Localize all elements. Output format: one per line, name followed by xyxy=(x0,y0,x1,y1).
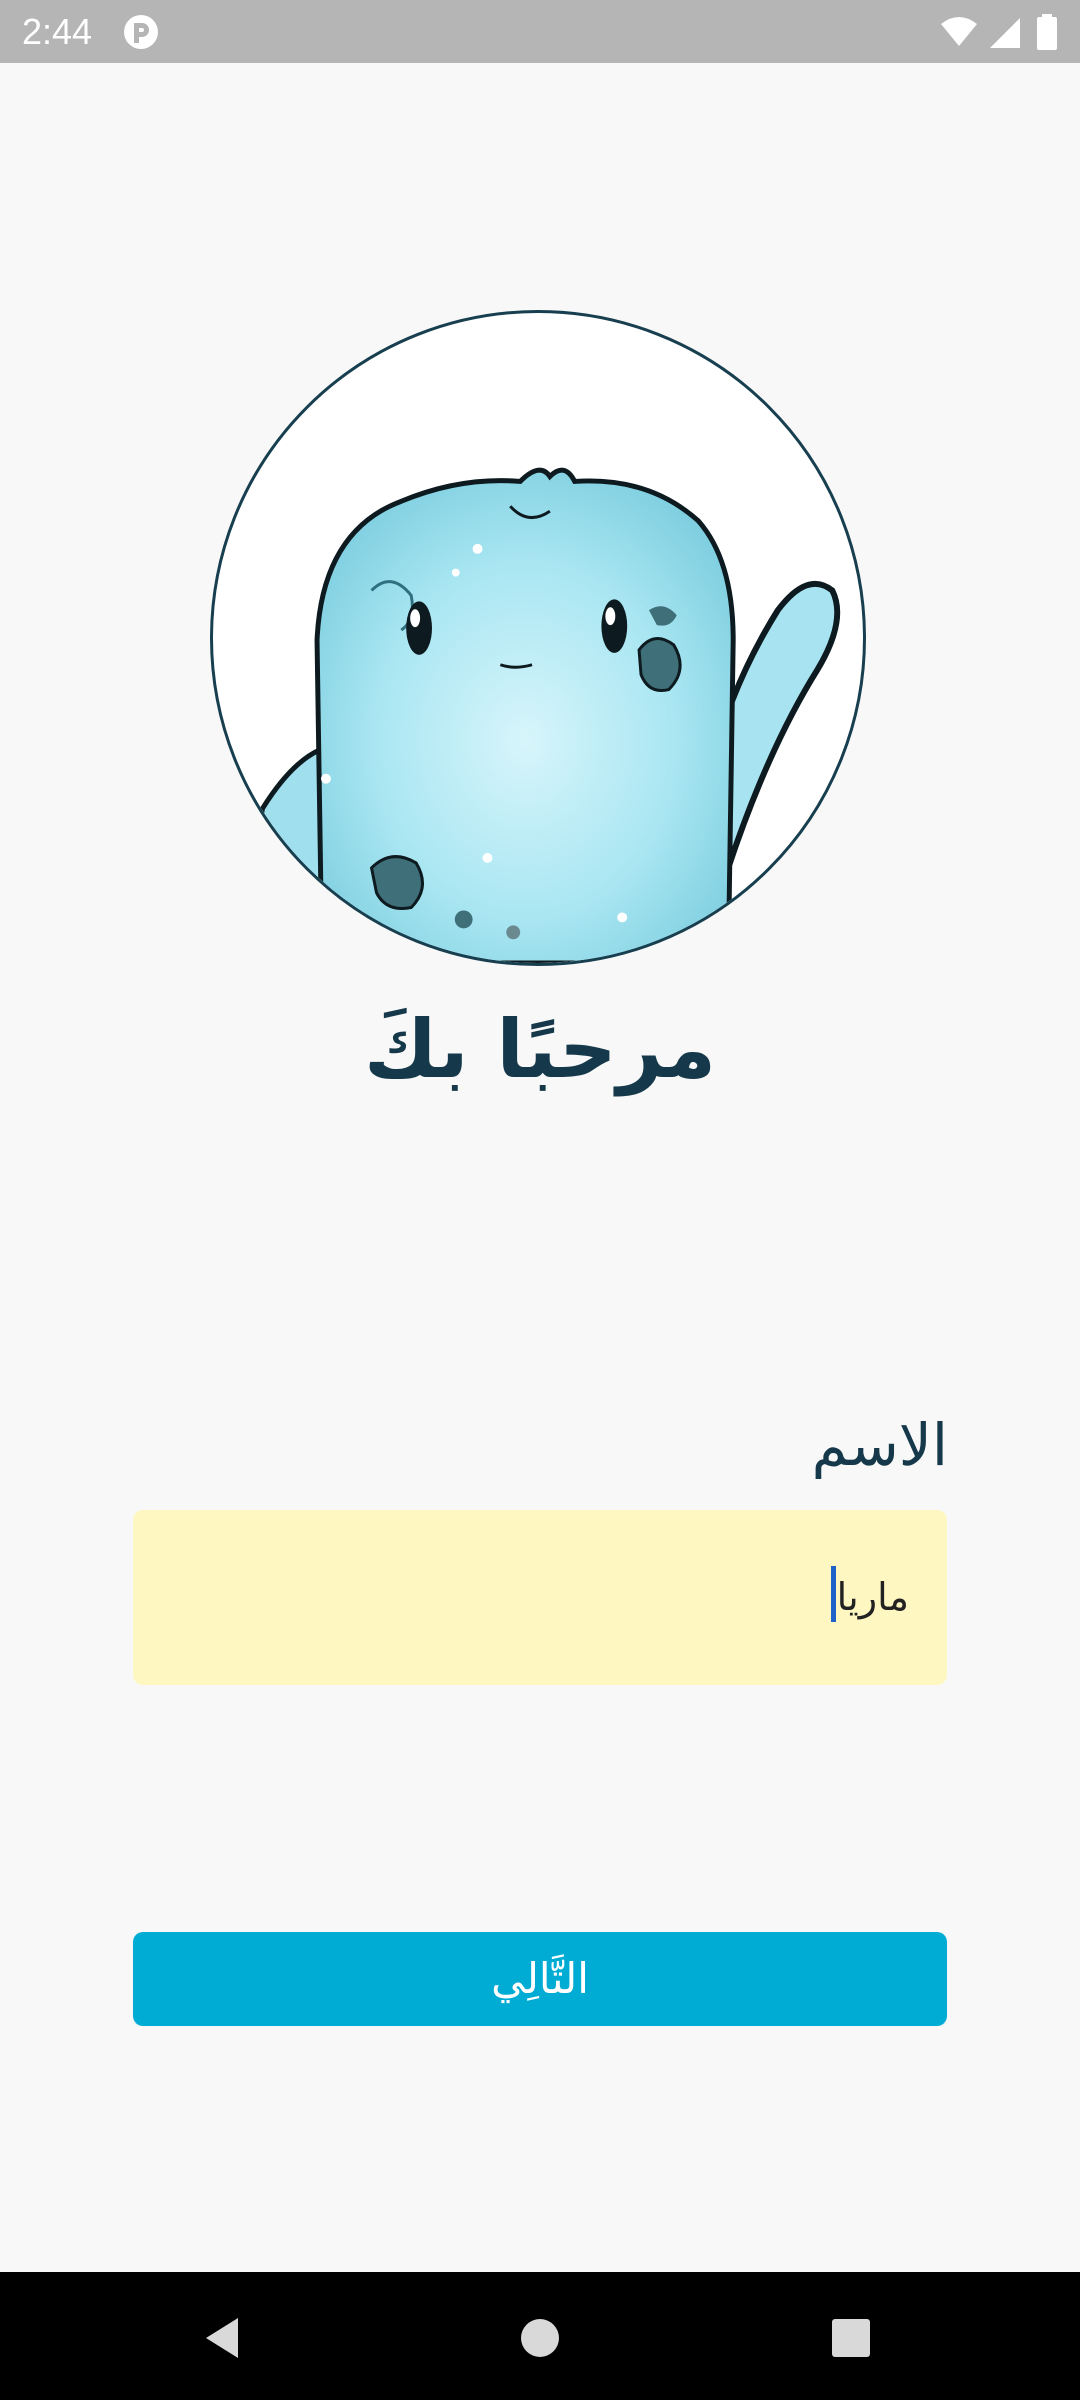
slime-character-illustration xyxy=(230,467,841,963)
avatar xyxy=(210,310,866,966)
app-notification-icon xyxy=(122,13,160,51)
wifi-icon xyxy=(940,14,978,50)
status-icons xyxy=(940,14,1060,50)
navigation-bar xyxy=(0,2272,1080,2400)
text-cursor xyxy=(831,1566,836,1622)
welcome-title: مرحبًا بكَ xyxy=(363,1003,717,1096)
recents-icon[interactable] xyxy=(821,2308,881,2368)
battery-icon xyxy=(1036,14,1058,50)
home-icon[interactable] xyxy=(510,2308,570,2368)
name-input[interactable]: ماريا xyxy=(133,1510,947,1685)
status-bar: 2:44 xyxy=(0,0,1080,63)
back-icon[interactable] xyxy=(196,2308,256,2368)
name-input-value: ماريا xyxy=(836,1575,909,1619)
name-label: الاسم xyxy=(811,1411,948,1479)
next-button[interactable]: التَّالِي xyxy=(133,1932,947,2026)
signal-icon xyxy=(988,14,1022,50)
status-time: 2:44 xyxy=(22,11,93,52)
